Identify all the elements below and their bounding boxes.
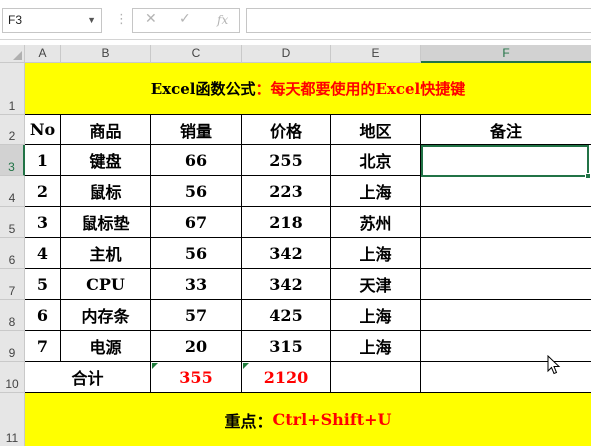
row-header-4[interactable]: 4 — [0, 176, 25, 207]
column-header-f[interactable]: F — [421, 45, 591, 63]
cell-sales[interactable]: 66 — [151, 145, 242, 176]
cell-region[interactable]: 上海 — [331, 176, 421, 207]
cell-product[interactable]: 鼠标 — [61, 176, 151, 207]
note-label: 重点： — [224, 411, 273, 431]
row-header-10[interactable]: 10 — [0, 362, 25, 393]
cell-note[interactable] — [421, 331, 591, 362]
row-header-11[interactable]: 11 — [0, 393, 25, 446]
cell-note[interactable] — [421, 176, 591, 207]
total-price[interactable]: 2120 — [242, 362, 331, 393]
cell-product[interactable]: 鼠标垫 — [61, 207, 151, 238]
cell-no[interactable]: 3 — [25, 207, 61, 238]
cell-price[interactable]: 223 — [242, 176, 331, 207]
row-header-8[interactable]: 8 — [0, 300, 25, 331]
cell-product[interactable]: 键盘 — [61, 145, 151, 176]
chevron-down-icon[interactable]: ▼ — [87, 9, 96, 32]
cell-note[interactable] — [421, 300, 591, 331]
fill-handle[interactable] — [585, 173, 591, 179]
note-shortcut: Ctrl+Shift+U — [272, 410, 392, 429]
cell-sales[interactable]: 67 — [151, 207, 242, 238]
total-note-cell[interactable] — [421, 362, 591, 393]
cell-no[interactable]: 7 — [25, 331, 61, 362]
error-indicator-icon — [243, 363, 249, 369]
cell-region[interactable]: 苏州 — [331, 207, 421, 238]
confirm-icon[interactable]: ✓ — [179, 11, 191, 27]
cell-note[interactable] — [421, 207, 591, 238]
column-header-e[interactable]: E — [331, 45, 421, 63]
cell-no[interactable]: 5 — [25, 269, 61, 300]
insert-function-icon[interactable]: fx — [217, 13, 228, 27]
cell-product[interactable]: 内存条 — [61, 300, 151, 331]
cancel-icon[interactable]: ✕ — [145, 11, 157, 27]
cell-region[interactable]: 北京 — [331, 145, 421, 176]
name-box[interactable]: F3 ▼ — [2, 8, 102, 33]
formula-input[interactable] — [246, 8, 591, 33]
cell-region[interactable]: 上海 — [331, 300, 421, 331]
header-region[interactable]: 地区 — [331, 115, 421, 145]
cell-no[interactable]: 1 — [25, 145, 61, 176]
title-highlight: ：每天都要使用的Excel快捷键 — [255, 80, 466, 98]
row-header-9[interactable]: 9 — [0, 331, 25, 362]
column-header-a[interactable]: A — [25, 45, 61, 63]
column-header-c[interactable]: C — [151, 45, 242, 63]
mouse-cursor-icon — [547, 355, 561, 375]
cell-price[interactable]: 342 — [242, 269, 331, 300]
cell-note[interactable] — [421, 269, 591, 300]
cell-sales[interactable]: 33 — [151, 269, 242, 300]
select-all-icon — [13, 51, 22, 60]
error-indicator-icon — [152, 363, 158, 369]
total-label[interactable]: 合计 — [25, 362, 151, 393]
column-header-d[interactable]: D — [242, 45, 331, 63]
cell-product[interactable]: 主机 — [61, 238, 151, 269]
cell-product[interactable]: 电源 — [61, 331, 151, 362]
drag-handle-icon[interactable]: ⋮ — [115, 12, 128, 27]
row-header-6[interactable]: 6 — [0, 238, 25, 269]
select-all-button[interactable] — [0, 45, 25, 63]
cell-region[interactable]: 上海 — [331, 331, 421, 362]
header-note[interactable]: 备注 — [421, 115, 591, 145]
row-header-1[interactable]: 1 — [0, 63, 25, 115]
shortcut-note[interactable]: 重点： Ctrl+Shift+U — [25, 393, 591, 446]
total-region-cell[interactable] — [331, 362, 421, 393]
formula-buttons: ✕ ✓ fx — [132, 8, 240, 33]
cell-region[interactable]: 上海 — [331, 238, 421, 269]
cell-region[interactable]: 天津 — [331, 269, 421, 300]
cell-no[interactable]: 6 — [25, 300, 61, 331]
formula-bar: F3 ▼ ⋮ ✕ ✓ fx — [0, 0, 591, 40]
cell-price[interactable]: 218 — [242, 207, 331, 238]
cell-price[interactable]: 315 — [242, 331, 331, 362]
cell-no[interactable]: 2 — [25, 176, 61, 207]
cell-product[interactable]: CPU — [61, 269, 151, 300]
cell-note[interactable] — [421, 238, 591, 269]
name-box-value: F3 — [8, 13, 23, 27]
cell-sales[interactable]: 56 — [151, 176, 242, 207]
row-header-5[interactable]: 5 — [0, 207, 25, 238]
header-no[interactable]: No — [25, 115, 61, 145]
cell-price[interactable]: 255 — [242, 145, 331, 176]
row-header-7[interactable]: 7 — [0, 269, 25, 300]
row-header-3[interactable]: 3 — [0, 145, 25, 176]
cell-sales[interactable]: 56 — [151, 238, 242, 269]
cell-sales[interactable]: 20 — [151, 331, 242, 362]
header-product[interactable]: 商品 — [61, 115, 151, 145]
column-header-b[interactable]: B — [61, 45, 151, 63]
title-main: Excel函数公式 — [150, 80, 256, 98]
header-price[interactable]: 价格 — [242, 115, 331, 145]
cell-price[interactable]: 342 — [242, 238, 331, 269]
cell-no[interactable]: 4 — [25, 238, 61, 269]
cell-sales[interactable]: 57 — [151, 300, 242, 331]
row-header-2[interactable]: 2 — [0, 115, 25, 145]
cell-price[interactable]: 425 — [242, 300, 331, 331]
active-cell-selection[interactable] — [421, 145, 589, 177]
header-sales[interactable]: 销量 — [151, 115, 242, 145]
sheet-title[interactable]: Excel函数公式 ：每天都要使用的Excel快捷键 — [25, 63, 591, 115]
total-sales[interactable]: 355 — [151, 362, 242, 393]
